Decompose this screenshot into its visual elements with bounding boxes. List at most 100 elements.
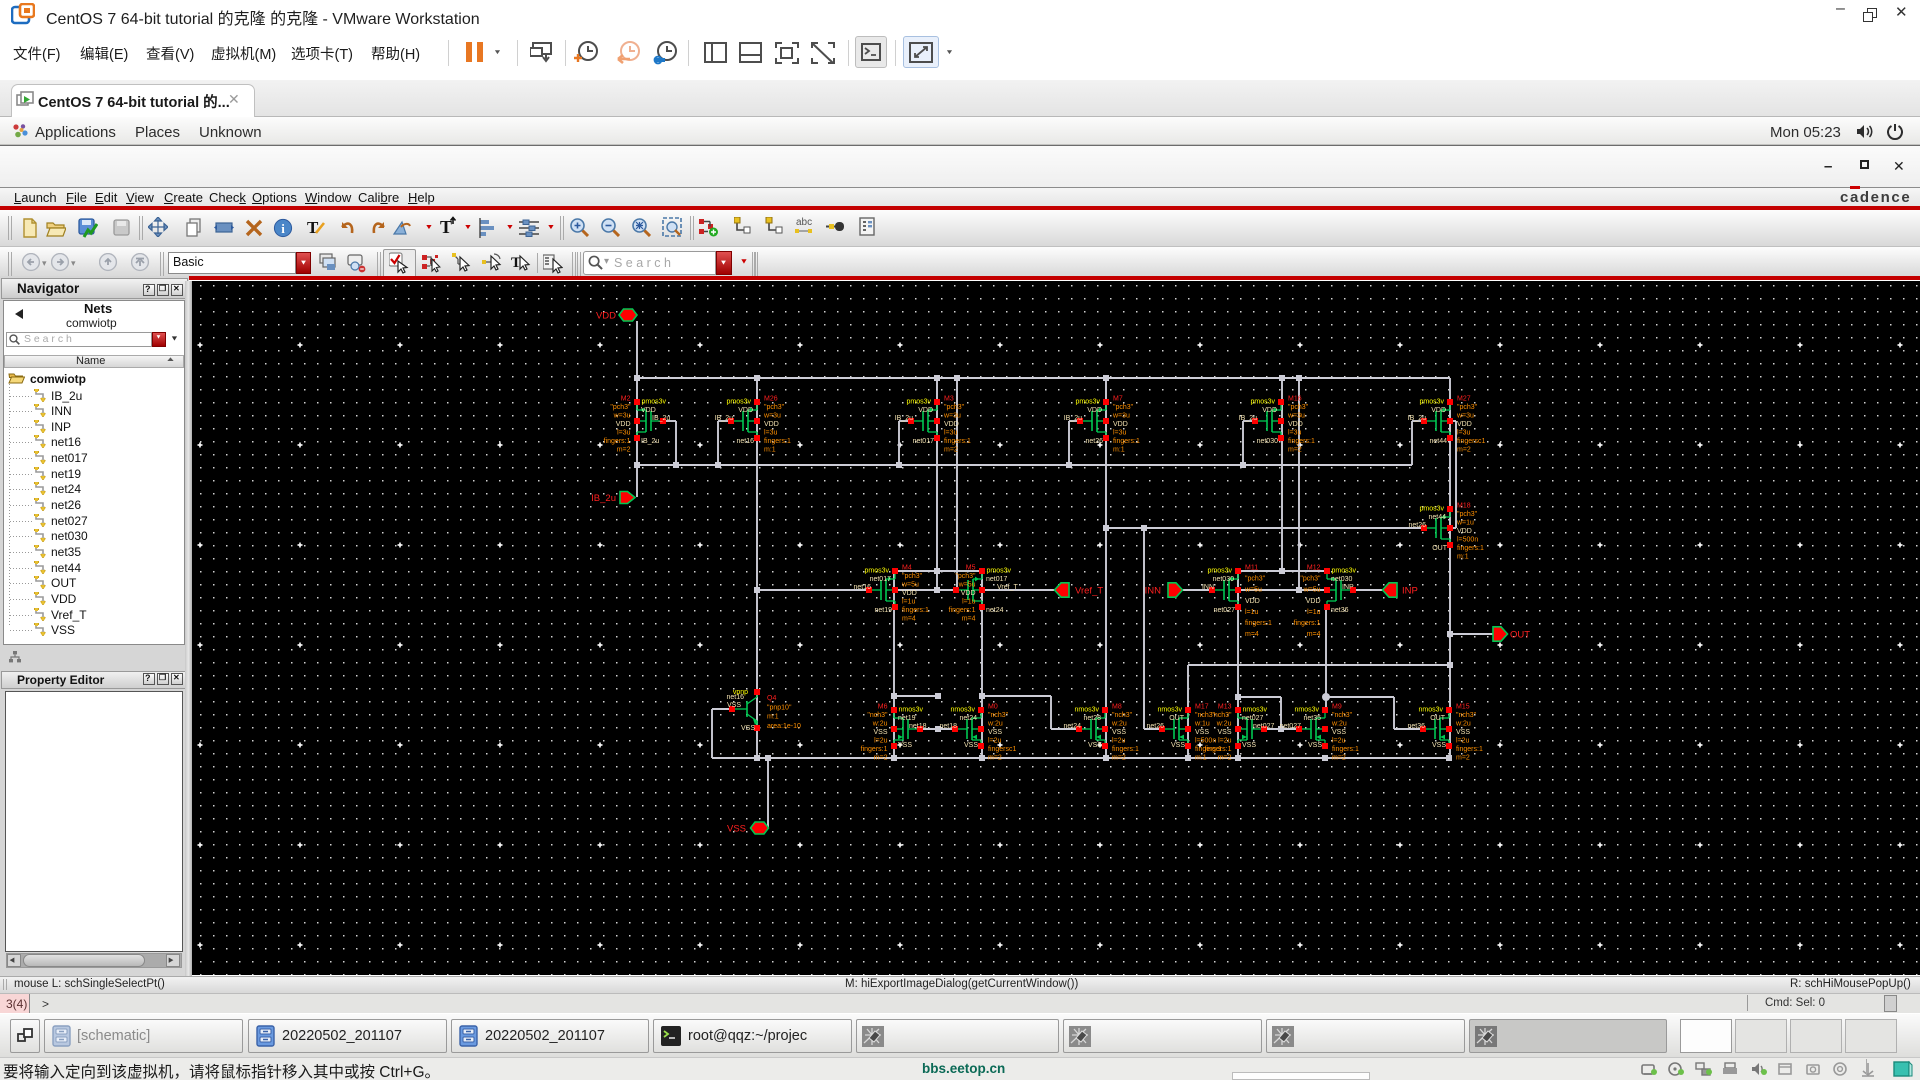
svg-text:w:2u: w:2u <box>1111 721 1127 728</box>
svg-text:l=500n: l=500n <box>1457 537 1478 544</box>
svg-text:INP: INP <box>1402 586 1418 597</box>
svg-text:M11: M11 <box>1245 565 1258 572</box>
svg-text:l=3u: l=3u <box>1457 430 1471 437</box>
svg-text:"nch3": "nch3" <box>1112 712 1133 719</box>
svg-text:"pch3": "pch3" <box>944 404 965 411</box>
svg-text:"nch3": "nch3" <box>1456 712 1477 719</box>
svg-text:VDD: VDD <box>1457 421 1472 428</box>
svg-text:"pnp10": "pnp10" <box>767 704 792 711</box>
svg-text:m=2: m=2 <box>1457 447 1471 454</box>
svg-text:"nch3": "nch3" <box>1211 712 1232 719</box>
svg-text:l=1u: l=1u <box>1245 609 1259 616</box>
svg-text:w=3u: w=3u <box>1112 413 1130 420</box>
svg-text:"pch3": "pch3" <box>1457 404 1478 411</box>
svg-text:w=3u: w=3u <box>943 413 961 420</box>
svg-text:"nch3": "nch3" <box>988 712 1009 719</box>
svg-text:net44: net44 <box>1429 438 1447 445</box>
svg-text:net16: net16 <box>853 584 871 591</box>
svg-text:VDD: VDD <box>961 590 976 597</box>
svg-text:VSS: VSS <box>741 725 755 732</box>
svg-text:M0: M0 <box>988 704 998 711</box>
svg-text:OUT: OUT <box>1510 630 1530 641</box>
svg-text:"pch3": "pch3" <box>1457 511 1478 518</box>
svg-text:nmos3v: nmos3v <box>1074 707 1099 714</box>
svg-text:VSS: VSS <box>1432 742 1446 749</box>
svg-text:VSS: VSS <box>727 702 741 709</box>
svg-text:VDD: VDD <box>1262 407 1277 414</box>
svg-text:m=2: m=2 <box>1112 755 1126 762</box>
svg-text:l=500n: l=500n <box>1195 738 1216 745</box>
svg-text:net017: net017 <box>986 576 1008 583</box>
svg-text:VSS: VSS <box>1456 729 1470 736</box>
svg-text:fingersc1: fingersc1 <box>988 746 1017 753</box>
svg-text:VSS: VSS <box>727 824 746 835</box>
svg-text:M5: M5 <box>966 565 976 572</box>
svg-text:fingers:1: fingers:1 <box>1112 746 1139 753</box>
svg-text:w:1u: w:1u <box>1194 721 1210 728</box>
svg-text:w=5u: w=5u <box>1244 587 1262 594</box>
svg-text:net017: net017 <box>913 438 935 445</box>
svg-text:net19: net19 <box>898 715 916 722</box>
svg-text:fingersc1: fingersc1 <box>1457 438 1486 445</box>
svg-text:VDD: VDD <box>1288 421 1303 428</box>
svg-text:pmos3v: pmos3v <box>987 568 1012 575</box>
svg-text:fingers:1: fingers:1 <box>944 438 971 445</box>
svg-text:M27: M27 <box>1457 396 1471 403</box>
svg-text:m=2: m=2 <box>1288 447 1302 454</box>
svg-text:nmos3v: nmos3v <box>950 707 975 714</box>
svg-text:M9: M9 <box>1332 704 1342 711</box>
svg-text:IB_2u: IB_2u <box>1408 415 1426 422</box>
svg-text:"pch3": "pch3" <box>1113 404 1134 411</box>
svg-text:M17: M17 <box>1195 704 1209 711</box>
svg-text:w:2u: w:2u <box>1216 721 1232 728</box>
svg-text:area:1e-10: area:1e-10 <box>767 723 801 730</box>
svg-text:net030: net030 <box>1331 576 1353 583</box>
svg-text:"pch3": "pch3" <box>1245 576 1266 583</box>
svg-text:nmos3v: nmos3v <box>1157 707 1182 714</box>
svg-text:w:2u: w:2u <box>872 721 888 728</box>
svg-text:M13: M13 <box>1218 704 1232 711</box>
svg-text:VSS: VSS <box>898 742 912 749</box>
svg-text:net36: net36 <box>1331 607 1349 614</box>
svg-text:VSS: VSS <box>873 729 887 736</box>
svg-text:w=3u: w=3u <box>1456 413 1474 420</box>
svg-text:VSS: VSS <box>1171 742 1185 749</box>
svg-text:m:1: m:1 <box>1195 755 1207 762</box>
svg-text:nmos3v: nmos3v <box>1418 707 1443 714</box>
svg-text:m=2: m=2 <box>1218 755 1232 762</box>
svg-text:l=2u: l=2u <box>988 738 1002 745</box>
svg-text:w=5u: w=5u <box>958 582 976 589</box>
svg-text:VSS: VSS <box>1112 729 1126 736</box>
svg-text:VDD: VDD <box>764 421 779 428</box>
svg-text:net18: net18 <box>909 723 927 730</box>
svg-text:"nch3": "nch3" <box>1332 712 1353 719</box>
svg-text:M8: M8 <box>1112 704 1122 711</box>
svg-text:net030: net030 <box>1257 438 1279 445</box>
svg-text:l=3u: l=3u <box>944 430 958 437</box>
svg-text:l=2u: l=2u <box>874 738 888 745</box>
svg-text:l=1u: l=1u <box>962 599 976 606</box>
svg-text:OUT: OUT <box>1432 545 1448 552</box>
svg-text:VSS: VSS <box>1332 729 1346 736</box>
svg-text:IB_2u: IB_2u <box>591 493 616 504</box>
svg-text:"pch3": "pch3" <box>1288 404 1309 411</box>
svg-text:w=5u: w=5u <box>1303 587 1321 594</box>
svg-text:l=2u: l=2u <box>1218 738 1232 745</box>
svg-text:w:2u: w:2u <box>1331 721 1347 728</box>
svg-text:fingers:1: fingers:1 <box>949 607 976 614</box>
svg-text:VDD: VDD <box>1431 407 1446 414</box>
svg-text:m=2: m=2 <box>1456 755 1470 762</box>
svg-text:m:1: m:1 <box>767 714 779 721</box>
svg-text:VDD: VDD <box>944 421 959 428</box>
svg-text:VSS: VSS <box>1195 729 1209 736</box>
svg-text:pmos3v: pmos3v <box>1250 399 1275 406</box>
svg-text:m=4: m=4 <box>962 616 976 623</box>
svg-text:VSS: VSS <box>1308 742 1322 749</box>
svg-text:VDD: VDD <box>738 407 753 414</box>
svg-text:Vref_T: Vref_T <box>997 584 1018 591</box>
svg-text:fingers:1: fingers:1 <box>1113 438 1140 445</box>
svg-text:OUT: OUT <box>1169 715 1185 722</box>
svg-text:INP: INP <box>1342 584 1354 591</box>
svg-text:net16: net16 <box>736 438 754 445</box>
svg-text:m=2: m=2 <box>988 755 1002 762</box>
